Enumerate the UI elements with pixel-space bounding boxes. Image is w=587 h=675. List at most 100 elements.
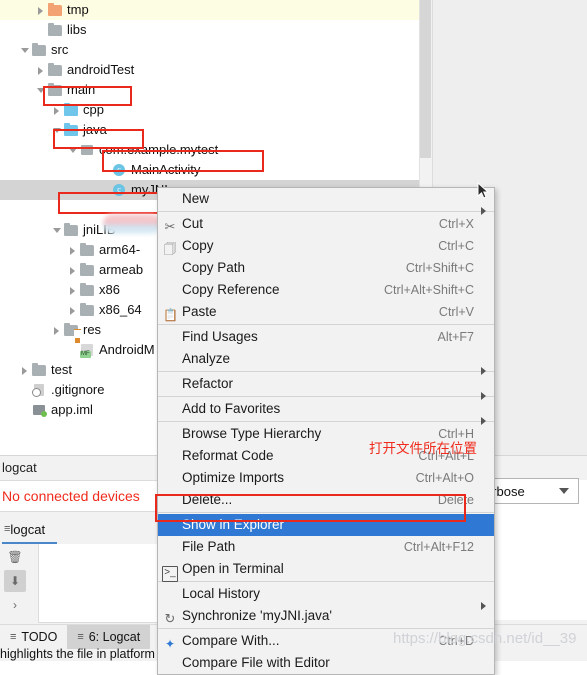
tree-row[interactable]: com.example.mytest bbox=[0, 140, 419, 160]
tree-row-label: main bbox=[67, 82, 96, 97]
menu-item-compare-file-with-editor[interactable]: Compare File with Editor bbox=[158, 652, 494, 674]
tree-expand-arrow bbox=[68, 345, 79, 356]
menu-item-synchronize-myjni-java[interactable]: ↻ Synchronize 'myJNI.java' bbox=[158, 605, 494, 627]
tree-row-label: MainActivity bbox=[131, 162, 201, 177]
tree-expand-arrow[interactable] bbox=[52, 125, 63, 136]
tool-window-tab-label: TODO bbox=[21, 630, 58, 644]
tree-expand-arrow[interactable] bbox=[68, 285, 79, 296]
tree-expand-arrow[interactable] bbox=[36, 65, 47, 76]
menu-item-find-usages[interactable]: Find Usages Alt+F7 bbox=[158, 326, 494, 348]
menu-item-cut[interactable]: ✂ Cut Ctrl+X bbox=[158, 213, 494, 235]
paste-icon: 📋 bbox=[163, 308, 178, 322]
menu-item-shortcut: Ctrl+Alt+F12 bbox=[403, 540, 474, 554]
tree-row[interactable]: androidTest bbox=[0, 60, 419, 80]
menu-item-label: Refactor bbox=[182, 376, 234, 391]
tool-window-tab[interactable]: ≡ 6: Logcat bbox=[67, 625, 151, 649]
menu-item-refactor[interactable]: Refactor bbox=[158, 373, 494, 400]
tree-expand-arrow bbox=[20, 385, 31, 396]
manifest-file-icon bbox=[79, 342, 95, 358]
tree-row[interactable]: cpp bbox=[0, 100, 419, 120]
tree-expand-arrow[interactable] bbox=[52, 225, 63, 236]
menu-item-shortcut: Ctrl+C bbox=[438, 239, 474, 253]
menu-item-copy-path[interactable]: Copy Path Ctrl+Shift+C bbox=[158, 257, 494, 279]
tree-expand-arrow[interactable] bbox=[68, 265, 79, 276]
menu-item-paste[interactable]: 📋 Paste Ctrl+V bbox=[158, 301, 494, 323]
tree-row-label: arm64- bbox=[99, 242, 141, 257]
tree-expand-arrow bbox=[36, 25, 47, 36]
tree-expand-arrow[interactable] bbox=[20, 45, 31, 56]
tree-row[interactable]: tmp bbox=[0, 0, 419, 20]
tree-row[interactable]: java bbox=[0, 120, 419, 140]
tree-row-label: androidTest bbox=[67, 62, 135, 77]
tree-row[interactable]: libs bbox=[0, 20, 419, 40]
logcat-tab-label: logcat bbox=[10, 521, 46, 537]
menu-item-label: Local History bbox=[182, 586, 261, 601]
chevron-right-icon: › bbox=[13, 598, 17, 612]
menu-item-optimize-imports[interactable]: Optimize Imports Ctrl+Alt+O bbox=[158, 467, 494, 489]
tree-expand-arrow[interactable] bbox=[36, 85, 47, 96]
java-class-icon: c bbox=[111, 182, 127, 198]
context-menu[interactable]: New ✂ Cut Ctrl+X 🗍 Copy Ctrl+C Copy Path Ctrl+Sh… bbox=[157, 187, 495, 675]
menu-item-label: Compare With... bbox=[182, 633, 280, 648]
watermark-text: https://blog.csdn.net/id__39 bbox=[393, 630, 577, 647]
sync-icon: ↻ bbox=[164, 611, 176, 626]
logcat-tab[interactable]: ≡ logcat bbox=[2, 516, 58, 544]
menu-item-show-in-explorer[interactable]: Show in Explorer bbox=[158, 514, 494, 536]
terminal-icon: >_ bbox=[158, 557, 182, 582]
menu-item-label: Copy Path bbox=[182, 260, 246, 275]
menu-item-shortcut: Ctrl+Alt+O bbox=[415, 471, 474, 485]
menu-item-open-in-terminal[interactable]: >_ Open in Terminal bbox=[158, 557, 494, 582]
scroll-to-end-button[interactable]: ⬇ bbox=[4, 570, 26, 592]
menu-item-shortcut: Ctrl+V bbox=[438, 305, 474, 319]
tree-row[interactable]: c MainActivity bbox=[0, 160, 419, 180]
tree-row-label: cpp bbox=[83, 102, 104, 117]
tree-expand-arrow[interactable] bbox=[52, 105, 63, 116]
menu-item-analyze[interactable]: Analyze bbox=[158, 348, 494, 375]
tree-expand-arrow[interactable] bbox=[68, 245, 79, 256]
folder-icon bbox=[79, 282, 95, 298]
download-arrow-icon: ⬇ bbox=[9, 574, 21, 588]
menu-separator bbox=[158, 581, 494, 582]
menu-item-label: Copy Reference bbox=[182, 282, 280, 297]
menu-item-local-history[interactable]: Local History bbox=[158, 583, 494, 610]
tree-row[interactable]: src bbox=[0, 40, 419, 60]
menu-item-copy-reference[interactable]: Copy Reference Ctrl+Alt+Shift+C bbox=[158, 279, 494, 301]
menu-item-shortcut: Delete bbox=[437, 493, 474, 507]
mouse-cursor-icon bbox=[477, 182, 490, 199]
menu-separator bbox=[158, 371, 494, 372]
tree-expand-arrow[interactable] bbox=[20, 365, 31, 376]
tree-expand-arrow[interactable] bbox=[68, 145, 79, 156]
tree-row-label: test bbox=[51, 362, 72, 377]
folder-icon bbox=[63, 102, 79, 118]
logcat-side-toolbar[interactable]: 🗑 ⬇ › bbox=[0, 544, 30, 626]
menu-item-shortcut: Ctrl+Alt+Shift+C bbox=[384, 283, 474, 297]
tree-expand-arrow[interactable] bbox=[52, 325, 63, 336]
menu-item-delete[interactable]: Delete... Delete bbox=[158, 489, 494, 511]
menu-item-add-to-favorites[interactable]: Add to Favorites bbox=[158, 398, 494, 425]
tree-row-label: res bbox=[83, 322, 102, 337]
tree-expand-arrow bbox=[20, 405, 31, 416]
folder-icon bbox=[47, 22, 63, 38]
tree-expand-arrow[interactable] bbox=[36, 5, 47, 16]
expand-button[interactable]: › bbox=[4, 594, 26, 616]
menu-separator bbox=[158, 421, 494, 422]
menu-item-copy[interactable]: 🗍 Copy Ctrl+C bbox=[158, 235, 494, 257]
tree-row[interactable]: main bbox=[0, 80, 419, 100]
package-icon bbox=[79, 142, 95, 158]
menu-item-new[interactable]: New bbox=[158, 188, 494, 215]
folder-icon bbox=[79, 242, 95, 258]
java-class-icon: c bbox=[111, 162, 127, 178]
folder-icon bbox=[47, 82, 63, 98]
menu-item-file-path[interactable]: File Path Ctrl+Alt+F12 bbox=[158, 536, 494, 558]
menu-item-label: Cut bbox=[182, 216, 204, 231]
menu-item-label: Synchronize 'myJNI.java' bbox=[182, 608, 332, 623]
tree-row-label: com.example.mytest bbox=[99, 142, 219, 157]
tree-expand-arrow[interactable] bbox=[68, 305, 79, 316]
tool-window-tab[interactable]: ≡ TODO bbox=[0, 625, 67, 649]
tree-row-label: armeab bbox=[99, 262, 144, 277]
scissors-icon: ✂ bbox=[164, 219, 176, 234]
menu-separator bbox=[158, 396, 494, 397]
clear-logcat-button[interactable]: 🗑 bbox=[4, 546, 26, 568]
tree-scrollbar-thumb[interactable] bbox=[420, 0, 431, 158]
menu-separator bbox=[158, 324, 494, 325]
